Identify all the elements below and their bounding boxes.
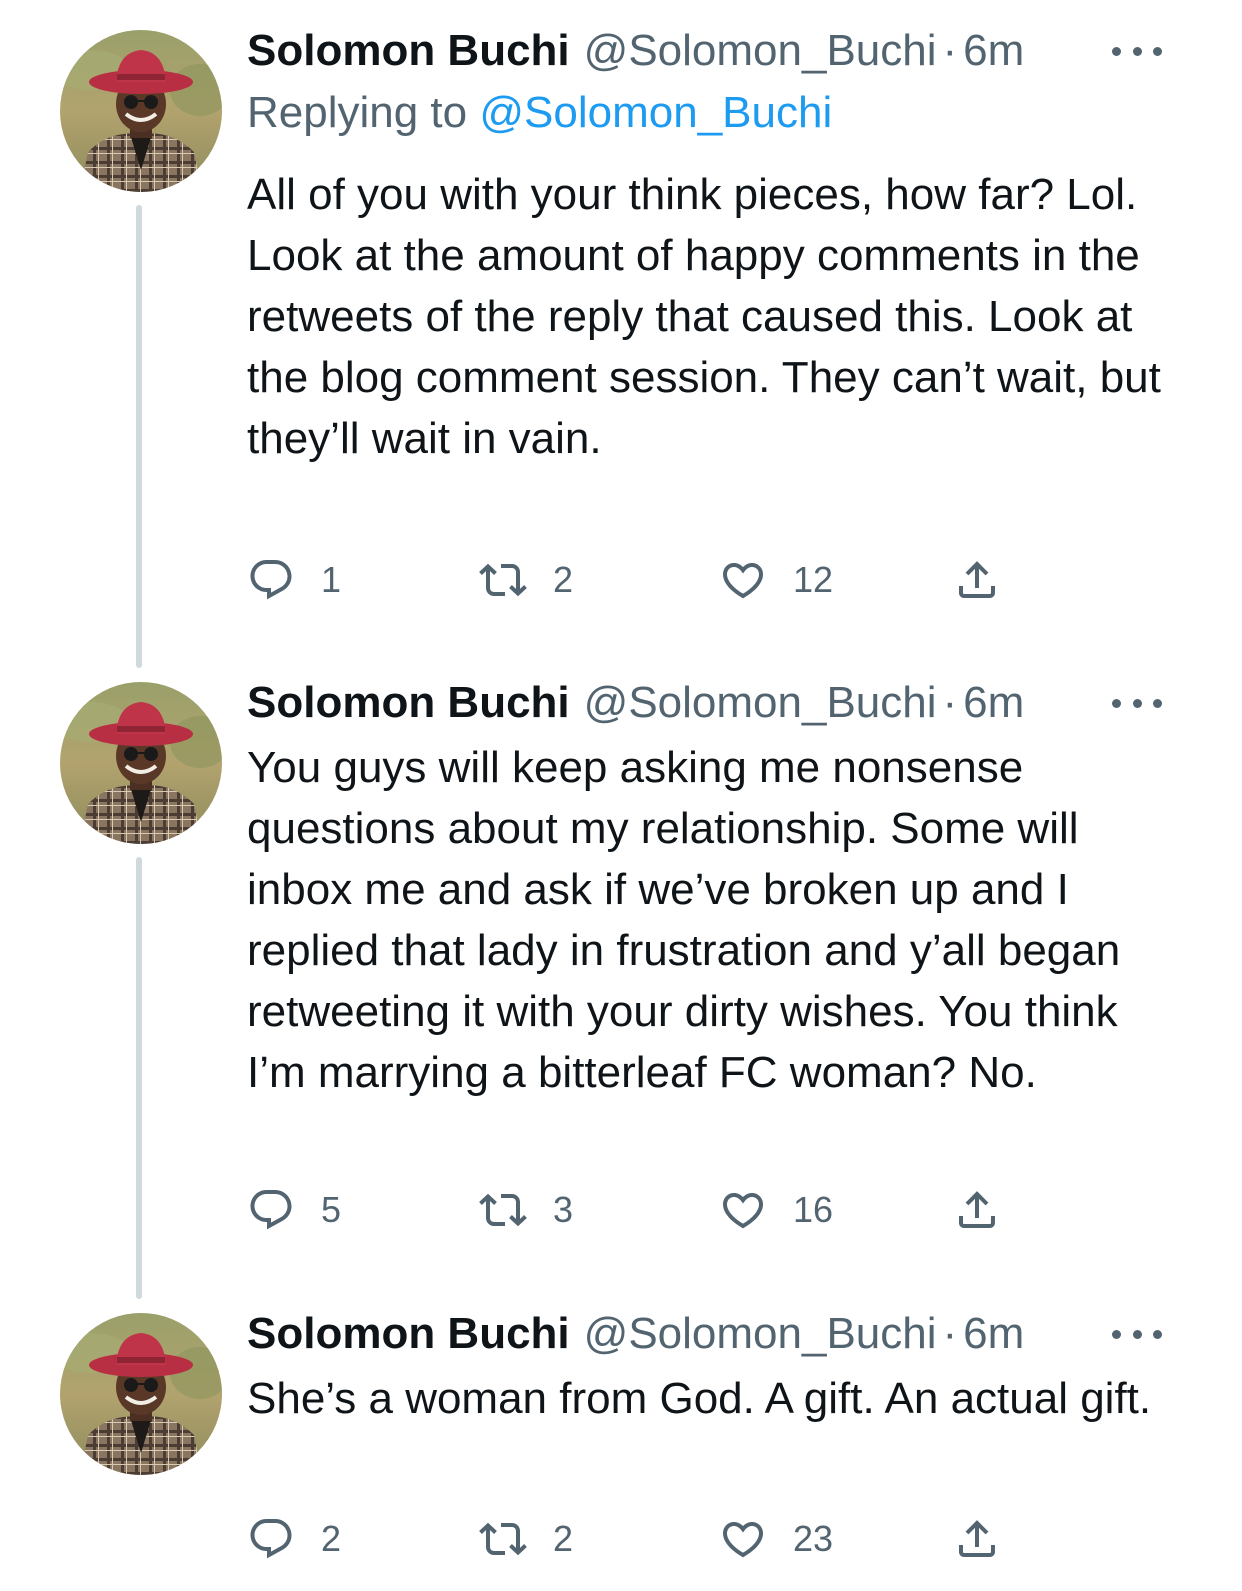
more-icon[interactable] <box>1112 1319 1162 1349</box>
author-handle[interactable]: @Solomon_Buchi <box>584 26 937 76</box>
like-button[interactable]: 16 <box>719 1184 833 1236</box>
avatar[interactable] <box>60 682 222 844</box>
tweet-actions: 5 3 16 <box>247 1184 1067 1236</box>
retweet-icon <box>479 1186 527 1234</box>
avatar[interactable] <box>60 1313 222 1475</box>
reply-icon <box>247 1515 295 1563</box>
retweet-count: 3 <box>553 1189 574 1230</box>
retweet-button[interactable]: 2 <box>479 1513 573 1565</box>
heart-icon <box>719 556 767 604</box>
share-button[interactable] <box>953 1184 1001 1236</box>
retweet-button[interactable]: 2 <box>479 554 573 606</box>
reply-count: 5 <box>321 1189 342 1230</box>
retweet-count: 2 <box>553 1518 574 1559</box>
separator-dot: · <box>942 678 958 727</box>
like-count: 23 <box>793 1518 834 1559</box>
reply-button[interactable]: 5 <box>247 1184 341 1236</box>
author-handle[interactable]: @Solomon_Buchi <box>584 1309 937 1359</box>
more-icon[interactable] <box>1112 36 1162 66</box>
heart-icon <box>719 1515 767 1563</box>
tweet-actions: 2 2 23 <box>247 1513 1067 1565</box>
replying-to-mention[interactable]: @Solomon_Buchi <box>479 88 832 137</box>
tweet-header: Solomon Buchi @Solomon_Buchi · 6m <box>247 22 1024 80</box>
tweet-text: You guys will keep asking me nonsense qu… <box>247 743 1121 1097</box>
share-icon <box>953 1186 1001 1234</box>
retweet-count: 2 <box>553 559 574 600</box>
tweet-text: She’s a woman from God. A gift. An actua… <box>247 1374 1152 1423</box>
tweet[interactable]: Solomon Buchi @Solomon_Buchi · 6m She’s … <box>0 1283 1242 1591</box>
like-count: 12 <box>793 559 834 600</box>
author-name[interactable]: Solomon Buchi <box>247 678 570 728</box>
tweet-header: Solomon Buchi @Solomon_Buchi · 6m <box>247 1305 1024 1363</box>
timestamp[interactable]: 6m <box>963 1309 1024 1359</box>
author-name[interactable]: Solomon Buchi <box>247 1309 570 1359</box>
reply-icon <box>247 556 295 604</box>
retweet-icon <box>479 1515 527 1563</box>
tweet[interactable]: Solomon Buchi @Solomon_Buchi · 6m Replyi… <box>0 0 1242 650</box>
replying-to-label: Replying to <box>247 88 468 137</box>
share-button[interactable] <box>953 1513 1001 1565</box>
author-name[interactable]: Solomon Buchi <box>247 26 570 76</box>
retweet-icon <box>479 556 527 604</box>
separator-dot: · <box>942 1309 958 1358</box>
retweet-button[interactable]: 3 <box>479 1184 573 1236</box>
reply-count: 1 <box>321 559 342 600</box>
timestamp[interactable]: 6m <box>963 26 1024 76</box>
tweet-text: All of you with your think pieces, how f… <box>247 170 1161 463</box>
replying-to: Replying to @Solomon_Buchi <box>247 88 832 138</box>
reply-button[interactable]: 1 <box>247 554 341 606</box>
author-handle[interactable]: @Solomon_Buchi <box>584 678 937 728</box>
share-icon <box>953 556 1001 604</box>
separator-dot: · <box>942 26 958 75</box>
reply-button[interactable]: 2 <box>247 1513 341 1565</box>
reply-count: 2 <box>321 1518 342 1559</box>
share-button[interactable] <box>953 554 1001 606</box>
more-icon[interactable] <box>1112 688 1162 718</box>
tweet-header: Solomon Buchi @Solomon_Buchi · 6m <box>247 674 1024 732</box>
tweet[interactable]: Solomon Buchi @Solomon_Buchi · 6m You gu… <box>0 652 1242 1282</box>
timestamp[interactable]: 6m <box>963 678 1024 728</box>
avatar[interactable] <box>60 30 222 192</box>
tweet-actions: 1 2 12 <box>247 554 1067 606</box>
like-button[interactable]: 23 <box>719 1513 833 1565</box>
like-button[interactable]: 12 <box>719 554 833 606</box>
like-count: 16 <box>793 1189 834 1230</box>
heart-icon <box>719 1186 767 1234</box>
reply-icon <box>247 1186 295 1234</box>
share-icon <box>953 1515 1001 1563</box>
